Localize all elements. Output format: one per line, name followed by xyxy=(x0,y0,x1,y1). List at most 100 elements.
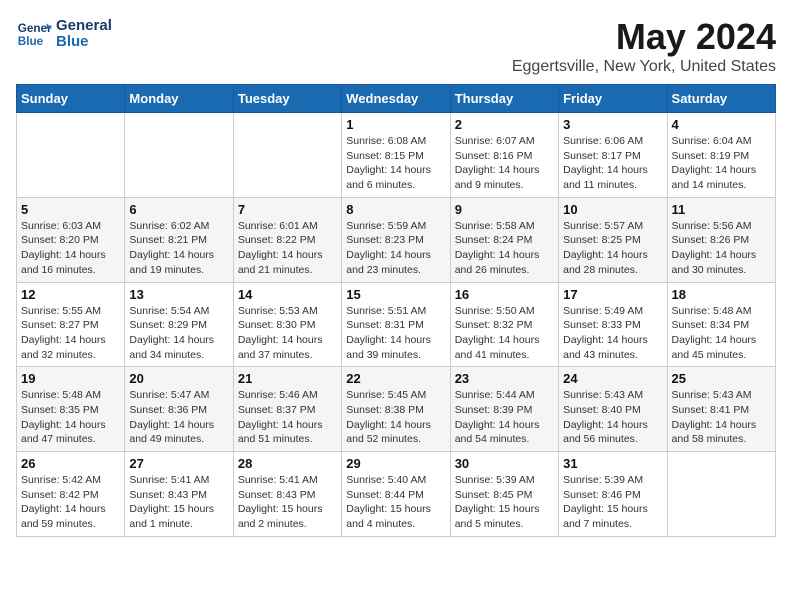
calendar-cell: 23 Sunrise: 5:44 AMSunset: 8:39 PMDayligh… xyxy=(450,367,558,452)
day-info: Sunrise: 5:45 AMSunset: 8:38 PMDaylight:… xyxy=(346,388,445,447)
calendar-cell: 29 Sunrise: 5:40 AMSunset: 8:44 PMDayligh… xyxy=(342,452,450,537)
header-tuesday: Tuesday xyxy=(233,85,341,113)
svg-text:Blue: Blue xyxy=(18,35,44,48)
calendar-cell: 7Sunrise: 6:01 AMSunset: 8:22 PMDaylight… xyxy=(233,197,341,282)
day-number: 20 xyxy=(129,371,228,386)
calendar-cell: 31 Sunrise: 5:39 AMSunset: 8:46 PMDayligh… xyxy=(559,452,667,537)
day-number: 22 xyxy=(346,371,445,386)
day-info: Sunrise: 6:04 AMSunset: 8:19 PMDaylight:… xyxy=(672,134,771,193)
day-number: 19 xyxy=(21,371,120,386)
calendar-cell: 22 Sunrise: 5:45 AMSunset: 8:38 PMDayligh… xyxy=(342,367,450,452)
calendar-table: SundayMondayTuesdayWednesdayThursdayFrid… xyxy=(16,84,776,537)
header-friday: Friday xyxy=(559,85,667,113)
calendar-cell xyxy=(17,113,125,198)
calendar-cell: 11Sunrise: 5:56 AMSunset: 8:26 PMDayligh… xyxy=(667,197,775,282)
day-info: Sunrise: 5:46 AMSunset: 8:37 PMDaylight:… xyxy=(238,388,337,447)
day-number: 5 xyxy=(21,202,120,217)
day-number: 28 xyxy=(238,456,337,471)
day-number: 25 xyxy=(672,371,771,386)
calendar-cell: 8 Sunrise: 5:59 AMSunset: 8:23 PMDaylight… xyxy=(342,197,450,282)
day-number: 12 xyxy=(21,287,120,302)
calendar-cell: 5Sunrise: 6:03 AMSunset: 8:20 PMDaylight… xyxy=(17,197,125,282)
day-number: 4 xyxy=(672,117,771,132)
calendar-cell: 19 Sunrise: 5:48 AMSunset: 8:35 PMDayligh… xyxy=(17,367,125,452)
calendar-cell: 2 Sunrise: 6:07 AMSunset: 8:16 PMDaylight… xyxy=(450,113,558,198)
calendar-cell: 21 Sunrise: 5:46 AMSunset: 8:37 PMDayligh… xyxy=(233,367,341,452)
day-info: Sunrise: 5:43 AMSunset: 8:40 PMDaylight:… xyxy=(563,388,662,447)
header-monday: Monday xyxy=(125,85,233,113)
day-number: 9 xyxy=(455,202,554,217)
day-number: 29 xyxy=(346,456,445,471)
header-saturday: Saturday xyxy=(667,85,775,113)
day-number: 13 xyxy=(129,287,228,302)
day-number: 24 xyxy=(563,371,662,386)
day-number: 14 xyxy=(238,287,337,302)
day-number: 17 xyxy=(563,287,662,302)
logo-general: General xyxy=(56,18,112,35)
day-info: Sunrise: 6:06 AMSunset: 8:17 PMDaylight:… xyxy=(563,134,662,193)
day-number: 26 xyxy=(21,456,120,471)
calendar-cell: 30 Sunrise: 5:39 AMSunset: 8:45 PMDayligh… xyxy=(450,452,558,537)
day-info: Sunrise: 5:49 AMSunset: 8:33 PMDaylight:… xyxy=(563,304,662,363)
day-info: Sunrise: 6:01 AMSunset: 8:22 PMDaylight:… xyxy=(238,219,337,278)
day-number: 16 xyxy=(455,287,554,302)
calendar-cell: 26 Sunrise: 5:42 AMSunset: 8:42 PMDayligh… xyxy=(17,452,125,537)
day-number: 6 xyxy=(129,202,228,217)
calendar-cell: 14 Sunrise: 5:53 AMSunset: 8:30 PMDayligh… xyxy=(233,282,341,367)
day-info: Sunrise: 5:53 AMSunset: 8:30 PMDaylight:… xyxy=(238,304,337,363)
calendar-cell: 18Sunrise: 5:48 AMSunset: 8:34 PMDayligh… xyxy=(667,282,775,367)
day-info: Sunrise: 5:55 AMSunset: 8:27 PMDaylight:… xyxy=(21,304,120,363)
day-number: 15 xyxy=(346,287,445,302)
day-info: Sunrise: 5:44 AMSunset: 8:39 PMDaylight:… xyxy=(455,388,554,447)
calendar-cell: 13 Sunrise: 5:54 AMSunset: 8:29 PMDayligh… xyxy=(125,282,233,367)
day-info: Sunrise: 5:48 AMSunset: 8:34 PMDaylight:… xyxy=(672,304,771,363)
calendar-subtitle: Eggertsville, New York, United States xyxy=(512,58,776,76)
day-number: 8 xyxy=(346,202,445,217)
calendar-cell: 1 Sunrise: 6:08 AMSunset: 8:15 PMDaylight… xyxy=(342,113,450,198)
calendar-cell: 6 Sunrise: 6:02 AMSunset: 8:21 PMDaylight… xyxy=(125,197,233,282)
calendar-cell: 3 Sunrise: 6:06 AMSunset: 8:17 PMDaylight… xyxy=(559,113,667,198)
title-area: May 2024 Eggertsville, New York, United … xyxy=(512,16,776,76)
calendar-cell: 17 Sunrise: 5:49 AMSunset: 8:33 PMDayligh… xyxy=(559,282,667,367)
day-info: Sunrise: 5:48 AMSunset: 8:35 PMDaylight:… xyxy=(21,388,120,447)
day-info: Sunrise: 5:39 AMSunset: 8:46 PMDaylight:… xyxy=(563,473,662,532)
day-info: Sunrise: 5:42 AMSunset: 8:42 PMDaylight:… xyxy=(21,473,120,532)
header-wednesday: Wednesday xyxy=(342,85,450,113)
calendar-cell xyxy=(125,113,233,198)
calendar-cell: 25 Sunrise: 5:43 AMSunset: 8:41 PMDayligh… xyxy=(667,367,775,452)
calendar-cell: 15 Sunrise: 5:51 AMSunset: 8:31 PMDayligh… xyxy=(342,282,450,367)
calendar-cell: 16 Sunrise: 5:50 AMSunset: 8:32 PMDayligh… xyxy=(450,282,558,367)
calendar-cell: 28 Sunrise: 5:41 AMSunset: 8:43 PMDayligh… xyxy=(233,452,341,537)
day-info: Sunrise: 5:39 AMSunset: 8:45 PMDaylight:… xyxy=(455,473,554,532)
calendar-title: May 2024 xyxy=(512,16,776,58)
day-info: Sunrise: 5:50 AMSunset: 8:32 PMDaylight:… xyxy=(455,304,554,363)
day-number: 30 xyxy=(455,456,554,471)
day-number: 1 xyxy=(346,117,445,132)
calendar-cell: 9 Sunrise: 5:58 AMSunset: 8:24 PMDaylight… xyxy=(450,197,558,282)
day-number: 27 xyxy=(129,456,228,471)
day-info: Sunrise: 5:51 AMSunset: 8:31 PMDaylight:… xyxy=(346,304,445,363)
day-info: Sunrise: 5:59 AMSunset: 8:23 PMDaylight:… xyxy=(346,219,445,278)
day-number: 11 xyxy=(672,202,771,217)
day-info: Sunrise: 5:58 AMSunset: 8:24 PMDaylight:… xyxy=(455,219,554,278)
calendar-cell: 4 Sunrise: 6:04 AMSunset: 8:19 PMDaylight… xyxy=(667,113,775,198)
day-number: 21 xyxy=(238,371,337,386)
day-info: Sunrise: 5:40 AMSunset: 8:44 PMDaylight:… xyxy=(346,473,445,532)
day-info: Sunrise: 6:07 AMSunset: 8:16 PMDaylight:… xyxy=(455,134,554,193)
calendar-cell: 20Sunrise: 5:47 AMSunset: 8:36 PMDayligh… xyxy=(125,367,233,452)
day-number: 10 xyxy=(563,202,662,217)
calendar-header: SundayMondayTuesdayWednesdayThursdayFrid… xyxy=(17,85,776,113)
day-info: Sunrise: 6:02 AMSunset: 8:21 PMDaylight:… xyxy=(129,219,228,278)
day-number: 3 xyxy=(563,117,662,132)
calendar-cell: 10Sunrise: 5:57 AMSunset: 8:25 PMDayligh… xyxy=(559,197,667,282)
day-info: Sunrise: 6:08 AMSunset: 8:15 PMDaylight:… xyxy=(346,134,445,193)
day-number: 31 xyxy=(563,456,662,471)
day-info: Sunrise: 5:54 AMSunset: 8:29 PMDaylight:… xyxy=(129,304,228,363)
logo: General Blue General Blue xyxy=(16,16,112,52)
calendar-cell: 24 Sunrise: 5:43 AMSunset: 8:40 PMDayligh… xyxy=(559,367,667,452)
page-header: General Blue General Blue May 2024 Egger… xyxy=(16,16,776,76)
day-info: Sunrise: 5:41 AMSunset: 8:43 PMDaylight:… xyxy=(238,473,337,532)
day-number: 2 xyxy=(455,117,554,132)
day-info: Sunrise: 5:43 AMSunset: 8:41 PMDaylight:… xyxy=(672,388,771,447)
day-number: 23 xyxy=(455,371,554,386)
